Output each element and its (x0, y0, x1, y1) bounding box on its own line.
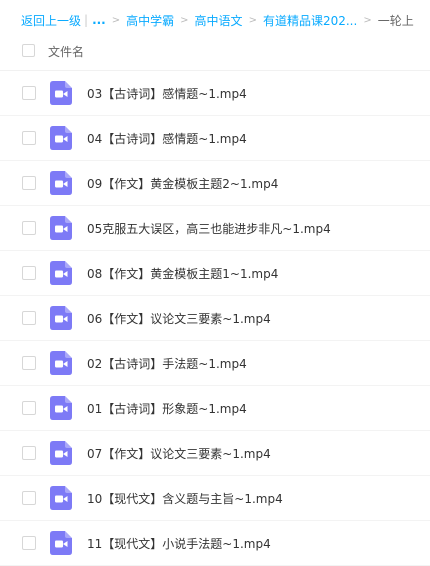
row-checkbox[interactable] (22, 311, 36, 325)
video-file-icon (50, 441, 72, 465)
file-row-7[interactable]: 02【古诗词】手法题~1.mp4 (0, 341, 430, 386)
row-checkbox[interactable] (22, 131, 36, 145)
file-name[interactable]: 09【作文】黄金模板主题2~1.mp4 (87, 175, 278, 192)
file-name[interactable]: 05克服五大误区，高三也能进步非凡~1.mp4 (87, 220, 331, 237)
chevron-right-icon: > (180, 14, 189, 26)
row-checkbox[interactable] (22, 86, 36, 100)
video-file-icon (50, 171, 72, 195)
file-row-5[interactable]: 08【作文】黄金模板主题1~1.mp4 (0, 251, 430, 296)
video-file-icon (50, 396, 72, 420)
file-row-6[interactable]: 06【作文】议论文三要素~1.mp4 (0, 296, 430, 341)
video-file-icon (50, 531, 72, 555)
row-checkbox[interactable] (22, 491, 36, 505)
row-checkbox[interactable] (22, 536, 36, 550)
video-file-icon (50, 486, 72, 510)
file-name[interactable]: 06【作文】议论文三要素~1.mp4 (87, 310, 271, 327)
file-row-11[interactable]: 11【现代文】小说手法题~1.mp4 (0, 521, 430, 566)
chevron-right-icon: > (248, 14, 257, 26)
breadcrumb: 返回上一级 | ... > 高中学霸 > 高中语文 > 有道精品课202... … (21, 10, 414, 30)
back-link[interactable]: 返回上一级 (21, 12, 81, 29)
file-name[interactable]: 03【古诗词】感情题~1.mp4 (87, 85, 247, 102)
file-row-1[interactable]: 03【古诗词】感情题~1.mp4 (0, 71, 430, 116)
breadcrumb-item-gaozhong-yuwen[interactable]: 高中语文 (195, 12, 243, 29)
file-row-10[interactable]: 10【现代文】含义题与主旨~1.mp4 (0, 476, 430, 521)
row-checkbox[interactable] (22, 356, 36, 370)
video-file-icon (50, 306, 72, 330)
row-checkbox[interactable] (22, 221, 36, 235)
video-file-icon (50, 81, 72, 105)
column-header-filename[interactable]: 文件名 (48, 43, 84, 60)
file-row-8[interactable]: 01【古诗词】形象题~1.mp4 (0, 386, 430, 431)
file-list: 03【古诗词】感情题~1.mp4 04【古诗词】感情题~1.mp4 09【作文】… (0, 71, 430, 566)
chevron-right-icon: > (363, 14, 372, 26)
file-row-3[interactable]: 09【作文】黄金模板主题2~1.mp4 (0, 161, 430, 206)
file-name[interactable]: 07【作文】议论文三要素~1.mp4 (87, 445, 271, 462)
file-name[interactable]: 04【古诗词】感情题~1.mp4 (87, 130, 247, 147)
breadcrumb-item-gaozhong-xueba[interactable]: 高中学霸 (126, 12, 174, 29)
chevron-right-icon: > (111, 14, 121, 26)
video-file-icon (50, 351, 72, 375)
breadcrumb-ellipsis[interactable]: ... (92, 13, 106, 27)
file-name[interactable]: 02【古诗词】手法题~1.mp4 (87, 355, 247, 372)
file-name[interactable]: 08【作文】黄金模板主题1~1.mp4 (87, 265, 278, 282)
row-checkbox[interactable] (22, 176, 36, 190)
file-row-9[interactable]: 07【作文】议论文三要素~1.mp4 (0, 431, 430, 476)
list-header: 文件名 (0, 32, 430, 71)
file-name[interactable]: 11【现代文】小说手法题~1.mp4 (87, 535, 271, 552)
select-all-checkbox[interactable] (22, 44, 35, 57)
breadcrumb-item-youdao[interactable]: 有道精品课202... (263, 12, 357, 29)
file-name[interactable]: 10【现代文】含义题与主旨~1.mp4 (87, 490, 283, 507)
row-checkbox[interactable] (22, 401, 36, 415)
row-checkbox[interactable] (22, 266, 36, 280)
video-file-icon (50, 261, 72, 285)
breadcrumb-current: 一轮上 (377, 13, 414, 28)
file-row-4[interactable]: 05克服五大误区，高三也能进步非凡~1.mp4 (0, 206, 430, 251)
breadcrumb-divider: | (84, 13, 89, 27)
video-file-icon (50, 216, 72, 240)
file-name[interactable]: 01【古诗词】形象题~1.mp4 (87, 400, 247, 417)
video-file-icon (50, 126, 72, 150)
file-row-2[interactable]: 04【古诗词】感情题~1.mp4 (0, 116, 430, 161)
row-checkbox[interactable] (22, 446, 36, 460)
